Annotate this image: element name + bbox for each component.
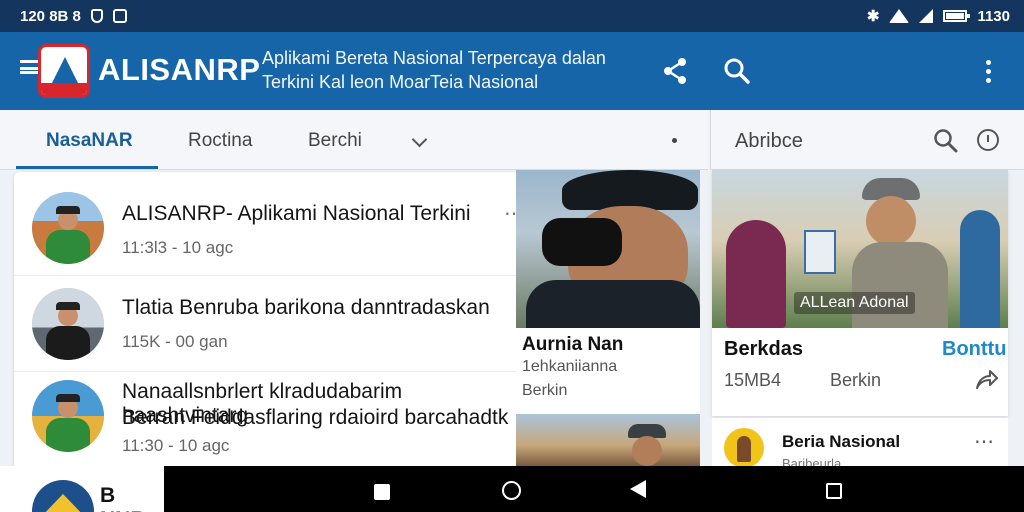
recents-icon[interactable] [826,483,842,499]
back-icon[interactable] [630,480,646,498]
avatar [32,380,104,452]
photo-overlay-label: ALLean Adonal [794,292,915,314]
list-item[interactable]: Nanaallsnbrlert klradudabarim haashtvint… [14,372,516,472]
avatar [32,480,94,512]
list-item[interactable]: Tlatia Benruba barikona danntradaskan 11… [14,276,516,372]
news-photo[interactable] [516,414,700,466]
app-logo[interactable] [38,44,90,98]
battery-icon [943,10,971,22]
photo-card-source: Berkin [522,382,568,399]
app-name: ALISANRP [98,52,261,87]
app-bar: ALISANRP Aplikami Bereta Nasional Terper… [0,32,1024,110]
logo-wave-icon [41,83,87,95]
tagline-line-1: Aplikami Bereta Nasional Terpercaya dala… [262,48,606,68]
battery-fill [946,13,965,19]
status-time: 1130 [977,7,1010,25]
partial-item-text: B NNR [100,484,146,512]
news-meta: 11:30 - 10 agc [122,436,230,455]
right-panel-header: Abribce [710,110,1024,170]
tab-nasanar[interactable]: NasaNAR [46,130,133,152]
news-photo[interactable] [516,170,700,328]
featured-meta-size: 15MB4 [724,370,782,390]
news-headline-line-2[interactable]: Berran Feiddasflaring rdaioird barcahadt… [122,406,508,430]
status-left-text: 120 8B 8 [20,7,81,25]
news-meta: 11:3l3 - 10 agc [122,238,234,257]
photo-news-card[interactable]: Aurnia Nan 1ehkaniianna Berkin [516,170,700,416]
app-screen: 120 8B 8 ✱ 1130 ALISANRP Aplikami Bereta… [0,0,1024,512]
partial-list-item[interactable]: B NNR [0,466,164,512]
share-arrow-icon[interactable] [974,368,998,392]
list-item[interactable]: ALISANRP- Aplikami Nasional Terkini 11:3… [14,172,524,276]
chevron-down-icon[interactable] [411,131,428,148]
status-right: ✱ 1130 [866,7,1010,26]
search-icon[interactable] [933,128,959,154]
news-list: ALISANRP- Aplikami Nasional Terkini 11:3… [14,172,524,472]
signal-icon [919,9,934,23]
more-vert-icon[interactable] [980,56,996,86]
info-icon[interactable] [977,129,999,151]
wifi-icon [889,9,910,23]
featured-title[interactable]: Berkdas [724,338,803,361]
news-meta: 115K - 00 gan [122,332,228,351]
source-card[interactable]: Beria Nasional Baribeurla ⋯ [712,418,1008,471]
more-horiz-icon[interactable]: ⋯ [974,432,994,452]
photo-card-subtitle: 1ehkaniianna [522,358,618,375]
system-nav-bar [164,466,1024,512]
app-tagline: Aplikami Bereta Nasional Terpercaya dala… [262,46,642,94]
featured-news-card[interactable]: ALLean Adonal Berkdas Bonttu 15MB4 Berki… [712,170,1008,416]
tab-roctina[interactable]: Roctina [188,130,252,152]
image-icon [112,9,127,23]
category-tabs: NasaNAR Roctina Berchi [0,110,708,170]
home-icon[interactable] [502,481,521,500]
active-tab-indicator [16,166,158,169]
right-panel-title: Abribce [735,130,803,152]
photo-card-title[interactable]: Aurnia Nan [522,334,623,356]
dot-icon [672,138,677,143]
logo-sail-icon [51,57,79,85]
square-icon[interactable] [374,484,390,500]
menu-icon[interactable] [20,60,38,74]
status-bar: 120 8B 8 ✱ 1130 [0,0,1024,32]
source-name[interactable]: Beria Nasional [782,432,900,452]
news-headline[interactable]: Tlatia Benruba barikona danntradaskan [122,296,490,320]
featured-link[interactable]: Bonttu [942,338,1006,361]
avatar [32,288,104,360]
news-headline[interactable]: ALISANRP- Aplikami Nasional Terkini [122,202,471,226]
search-icon[interactable] [722,56,752,86]
source-avatar [724,428,764,468]
bluetooth-icon: ✱ [866,8,880,25]
tagline-line-2: Terkini Kal leon MoarTeia Nasional [262,72,539,92]
shield-icon [90,9,103,23]
avatar [32,192,104,264]
tab-berchi[interactable]: Berchi [308,130,362,152]
featured-meta-source: Berkin [830,370,882,390]
share-icon[interactable] [660,56,690,86]
status-left: 120 8B 8 [20,8,127,25]
photo-news-card-2[interactable] [516,414,700,466]
